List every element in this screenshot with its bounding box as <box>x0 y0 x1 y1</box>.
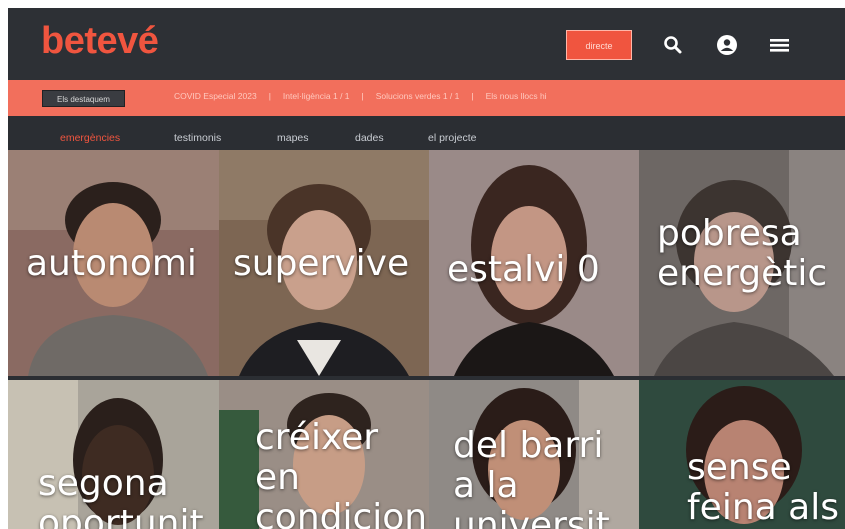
separator: | <box>471 91 474 101</box>
tile-autonomi[interactable]: autonomi <box>8 150 219 376</box>
tile-sense-feina[interactable]: sense feina als <box>639 380 845 529</box>
page-frame: betevé directe Els destaquem COVID Espec… <box>8 8 845 529</box>
highlights-links: COVID Especial 2023 | Intel·ligència 1 /… <box>174 91 547 101</box>
tile-label: pobresa energètic <box>657 213 828 294</box>
site-logo[interactable]: betevé <box>41 20 159 63</box>
tile-supervive[interactable]: supervive <box>219 150 429 376</box>
highlights-strip: Els destaquem COVID Especial 2023 | Inte… <box>8 80 845 116</box>
search-icon[interactable] <box>660 32 686 58</box>
nav-emergencies[interactable]: emergències <box>60 132 120 144</box>
tile-label: supervive <box>233 243 410 284</box>
tile-creixer[interactable]: créixer en condicion <box>219 380 429 529</box>
tile-estalvi[interactable]: estalvi 0 <box>429 150 639 376</box>
tile-pobresa[interactable]: pobresa energètic <box>639 150 845 376</box>
menu-icon[interactable] <box>767 32 793 58</box>
highlight-link[interactable]: Intel·ligència 1 / 1 <box>283 91 350 101</box>
separator: | <box>361 91 364 101</box>
nav-testimonies[interactable]: testimonis <box>174 132 221 144</box>
highlight-link[interactable]: COVID Especial 2023 <box>174 91 257 101</box>
nav-maps[interactable]: mapes <box>277 132 309 144</box>
tile-label: estalvi 0 <box>447 249 600 290</box>
tile-label: segona oportunit <box>38 463 204 529</box>
tile-barri[interactable]: del barri a la universit <box>429 380 639 529</box>
highlight-link[interactable]: Els nous llocs hi <box>486 91 547 101</box>
testimony-grid: autonomi supervive estalvi 0 pobresa ene… <box>8 150 845 529</box>
highlight-link[interactable]: Solucions verdes 1 / 1 <box>376 91 460 101</box>
separator: | <box>268 91 271 101</box>
live-button[interactable]: directe <box>566 30 632 60</box>
site-header: betevé directe <box>8 8 845 80</box>
highlights-tag: Els destaquem <box>42 90 125 107</box>
nav-project[interactable]: el projecte <box>428 132 476 144</box>
tile-label: sense feina als <box>687 447 839 528</box>
nav-data[interactable]: dades <box>355 132 384 144</box>
tile-label: autonomi <box>26 243 197 284</box>
tile-segona[interactable]: segona oportunit <box>8 380 219 529</box>
user-icon[interactable] <box>714 32 740 58</box>
tile-label: del barri a la universit <box>453 425 610 529</box>
tile-label: créixer en condicion <box>255 417 428 529</box>
